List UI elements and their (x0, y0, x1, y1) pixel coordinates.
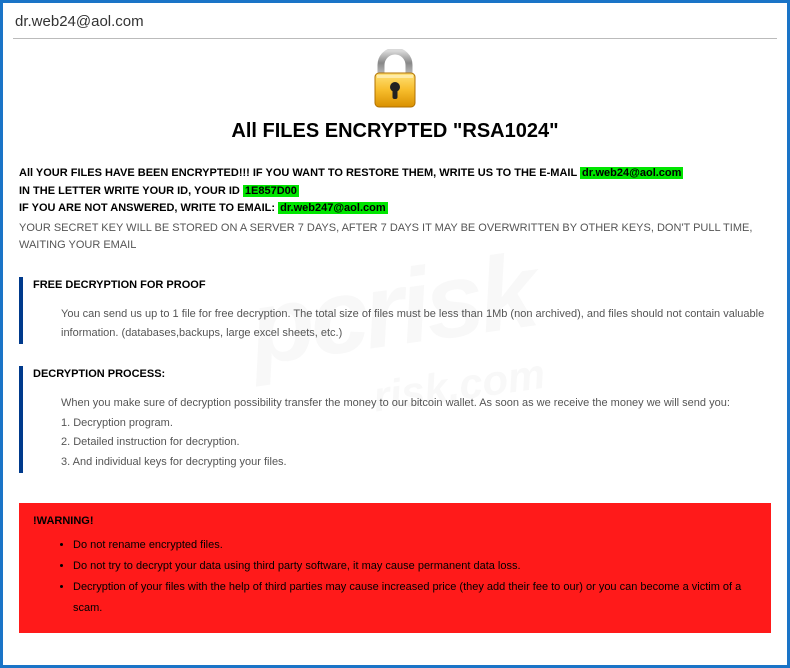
block-body: You can send us up to 1 file for free de… (33, 305, 771, 345)
block-title: DECRYPTION PROCESS: (33, 366, 771, 384)
window-title: dr.web24@aol.com (3, 3, 787, 38)
process-step: 3. And individual keys for decrypting yo… (61, 453, 771, 473)
warning-item: Do not rename encrypted files. (73, 535, 757, 556)
free-decryption-block: FREE DECRYPTION FOR PROOF You can send u… (19, 277, 771, 344)
block-body: When you make sure of decryption possibi… (33, 394, 771, 473)
warning-list: Do not rename encrypted files. Do not tr… (33, 535, 757, 619)
intro-line-2: IN THE LETTER WRITE YOUR ID, YOUR ID 1E8… (19, 183, 771, 201)
window-content: dr.web24@aol.com (3, 3, 787, 633)
id-highlight: 1E857D00 (243, 185, 299, 197)
decryption-process-block: DECRYPTION PROCESS: When you make sure o… (19, 366, 771, 473)
email-highlight-1: dr.web24@aol.com (580, 167, 683, 179)
intro-line-3: IF YOU ARE NOT ANSWERED, WRITE TO EMAIL:… (19, 200, 771, 218)
process-step: 1. Decryption program. (61, 414, 771, 434)
intro-line-1: All YOUR FILES HAVE BEEN ENCRYPTED!!! IF… (19, 165, 771, 183)
warning-item: Do not try to decrypt your data using th… (73, 556, 757, 577)
block-title: FREE DECRYPTION FOR PROOF (33, 277, 771, 295)
process-step: 2. Detailed instruction for decryption. (61, 433, 771, 453)
headline: All FILES ENCRYPTED "RSA1024" (3, 120, 787, 143)
email-highlight-2: dr.web247@aol.com (278, 202, 388, 214)
warning-box: !WARNING! Do not rename encrypted files.… (19, 503, 771, 633)
hero-section: All FILES ENCRYPTED "RSA1024" (3, 39, 787, 149)
lock-icon (367, 49, 423, 114)
warning-item: Decryption of your files with the help o… (73, 577, 757, 619)
intro-line-4: YOUR SECRET KEY WILL BE STORED ON A SERV… (19, 220, 771, 255)
body-section: All YOUR FILES HAVE BEEN ENCRYPTED!!! IF… (3, 149, 787, 473)
process-intro: When you make sure of decryption possibi… (61, 394, 771, 414)
warning-title: !WARNING! (33, 515, 757, 527)
